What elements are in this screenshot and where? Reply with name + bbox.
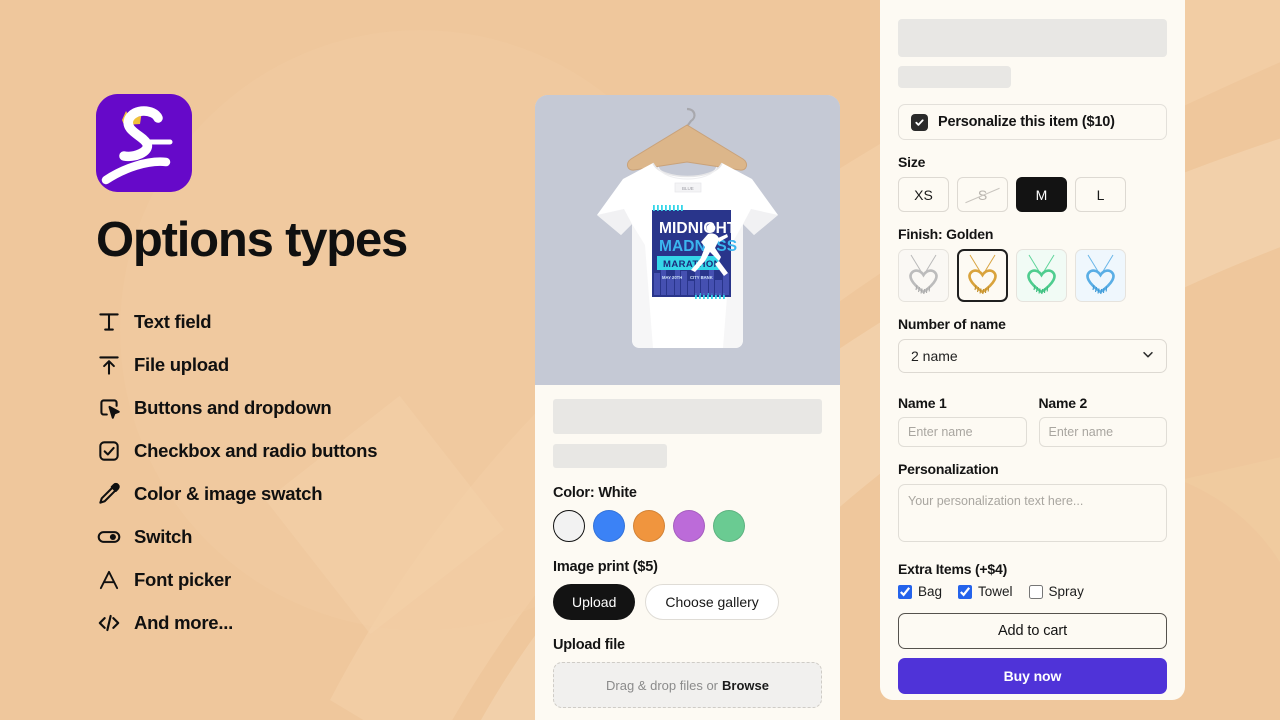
- upload-button[interactable]: Upload: [553, 584, 636, 620]
- size-option-l[interactable]: L: [1075, 177, 1126, 212]
- dropzone-browse-link[interactable]: Browse: [722, 678, 769, 693]
- svg-text:BLUE: BLUE: [682, 186, 694, 191]
- name-1-input[interactable]: [898, 417, 1027, 447]
- intro-panel: Options types Text field File upload But…: [96, 0, 526, 720]
- feature-item-text-field: Text field: [96, 300, 526, 343]
- checkbox-icon: [96, 438, 134, 464]
- color-label: Color: White: [553, 485, 637, 501]
- color-swatch-purple[interactable]: [673, 510, 705, 542]
- feature-item-checkbox-radio: Checkbox and radio buttons: [96, 429, 526, 472]
- feature-item-file-upload: File upload: [96, 343, 526, 386]
- toggle-switch-icon: [96, 524, 134, 550]
- names-row: Name 1 Name 2: [898, 395, 1167, 447]
- svg-text:MARATHON: MARATHON: [663, 259, 721, 270]
- personalize-label: Personalize this item ($10): [938, 114, 1115, 130]
- extra-towel-checkbox[interactable]: [958, 584, 973, 599]
- svg-text:MAY 20TH: MAY 20TH: [662, 275, 682, 280]
- extra-spray-label: Spray: [1048, 584, 1084, 599]
- svg-text:CITY BANK: CITY BANK: [690, 275, 713, 280]
- number-of-name-label: Number of name: [898, 316, 1006, 332]
- color-swatch-row: [553, 510, 822, 542]
- size-option-m[interactable]: M: [1016, 177, 1067, 212]
- options-title-skeletons: [898, 0, 1167, 88]
- feature-label: Checkbox and radio buttons: [134, 439, 378, 461]
- text-field-icon: [96, 309, 134, 335]
- finish-option-silver[interactable]: [898, 249, 949, 302]
- extra-items-row: Bag Towel Spray: [898, 584, 1167, 599]
- name-2-input[interactable]: [1038, 417, 1167, 447]
- extra-bag-checkbox[interactable]: [898, 584, 912, 599]
- finish-selector: [898, 249, 1167, 302]
- skeleton-price: [553, 444, 667, 468]
- font-picker-icon: [96, 567, 134, 593]
- color-swatch-blue[interactable]: [593, 510, 625, 542]
- feature-list: Text field File upload Buttons and dropd…: [96, 300, 526, 644]
- extra-spray-checkbox[interactable]: [1028, 584, 1043, 599]
- feature-item-color-swatch: Color & image swatch: [96, 472, 526, 515]
- personalize-checkbox[interactable]: [911, 113, 928, 131]
- extra-bag-label: Bag: [918, 584, 943, 599]
- code-icon: [96, 610, 134, 636]
- buy-now-button[interactable]: Buy now: [898, 658, 1167, 694]
- image-print-buttons: Upload Choose gallery: [553, 584, 822, 620]
- size-label: Size: [898, 154, 926, 170]
- feature-label: Switch: [134, 525, 193, 547]
- chevron-down-icon: [1141, 348, 1155, 365]
- personalization-label: Personalization: [898, 461, 999, 477]
- page-title: Options types: [96, 213, 408, 267]
- color-swatch-orange[interactable]: [633, 510, 665, 542]
- feature-label: Font picker: [134, 568, 231, 590]
- feature-item-font-picker: Font picker: [96, 558, 526, 601]
- name-2-label: Name 2: [1038, 395, 1088, 411]
- cursor-click-icon: [96, 395, 134, 421]
- upload-file-label: Upload file: [553, 637, 625, 653]
- feature-label: File upload: [134, 353, 229, 375]
- color-swatch-green[interactable]: [713, 510, 745, 542]
- size-selector: XS S M L: [898, 177, 1167, 212]
- svg-text:MIDNIGHT: MIDNIGHT: [659, 220, 737, 237]
- number-of-name-select[interactable]: 2 name: [898, 339, 1167, 373]
- feature-label: Color & image swatch: [134, 482, 323, 504]
- add-to-cart-button[interactable]: Add to cart: [898, 613, 1167, 649]
- finish-option-golden[interactable]: [957, 249, 1008, 302]
- number-of-name-value: 2 name: [911, 348, 958, 364]
- choose-gallery-button[interactable]: Choose gallery: [645, 584, 779, 620]
- feature-label: And more...: [134, 611, 234, 633]
- name-1-label: Name 1: [898, 395, 947, 411]
- personalize-item-row[interactable]: Personalize this item ($10): [898, 104, 1167, 140]
- extra-item-towel[interactable]: Towel: [958, 584, 1013, 599]
- product-options-panel: Personalize this item ($10) Size XS S M …: [880, 0, 1185, 700]
- file-upload-icon: [96, 352, 134, 378]
- name-field-2: Name 2: [1038, 395, 1167, 447]
- feature-item-buttons-dropdown: Buttons and dropdown: [96, 386, 526, 429]
- extra-item-bag[interactable]: Bag: [898, 584, 942, 599]
- size-option-xs[interactable]: XS: [898, 177, 949, 212]
- size-option-s: S: [957, 177, 1008, 212]
- feature-item-and-more: And more...: [96, 601, 526, 644]
- finish-option-green[interactable]: [1016, 249, 1067, 302]
- finish-label: Finish: Golden: [898, 226, 994, 242]
- extra-item-spray[interactable]: Spray: [1028, 584, 1084, 599]
- feature-item-switch: Switch: [96, 515, 526, 558]
- feature-label: Text field: [134, 310, 212, 332]
- name-field-1: Name 1: [898, 395, 1027, 447]
- eyedropper-icon: [96, 481, 134, 507]
- extra-items-label: Extra Items (+$4): [898, 561, 1008, 577]
- extra-towel-label: Towel: [978, 584, 1013, 599]
- skeleton-price: [898, 66, 1011, 88]
- finish-option-blue[interactable]: [1075, 249, 1126, 302]
- product-photo: BLUE MIDNIGHT MADNESS MARATHON MAY 20TH …: [535, 95, 840, 385]
- personalization-textarea[interactable]: [898, 484, 1167, 542]
- file-dropzone[interactable]: Drag & drop files or Browse: [553, 662, 822, 708]
- image-print-label: Image print ($5): [553, 559, 658, 575]
- product-title-skeletons: [535, 385, 840, 468]
- feature-label: Buttons and dropdown: [134, 396, 332, 418]
- dropzone-text: Drag & drop files or: [606, 677, 719, 693]
- svg-text:MADNESS: MADNESS: [659, 238, 737, 255]
- color-swatch-white[interactable]: [553, 510, 585, 542]
- product-preview-card: BLUE MIDNIGHT MADNESS MARATHON MAY 20TH …: [535, 95, 840, 720]
- skeleton-title: [553, 399, 822, 434]
- app-logo: [96, 94, 192, 192]
- skeleton-title: [898, 19, 1167, 57]
